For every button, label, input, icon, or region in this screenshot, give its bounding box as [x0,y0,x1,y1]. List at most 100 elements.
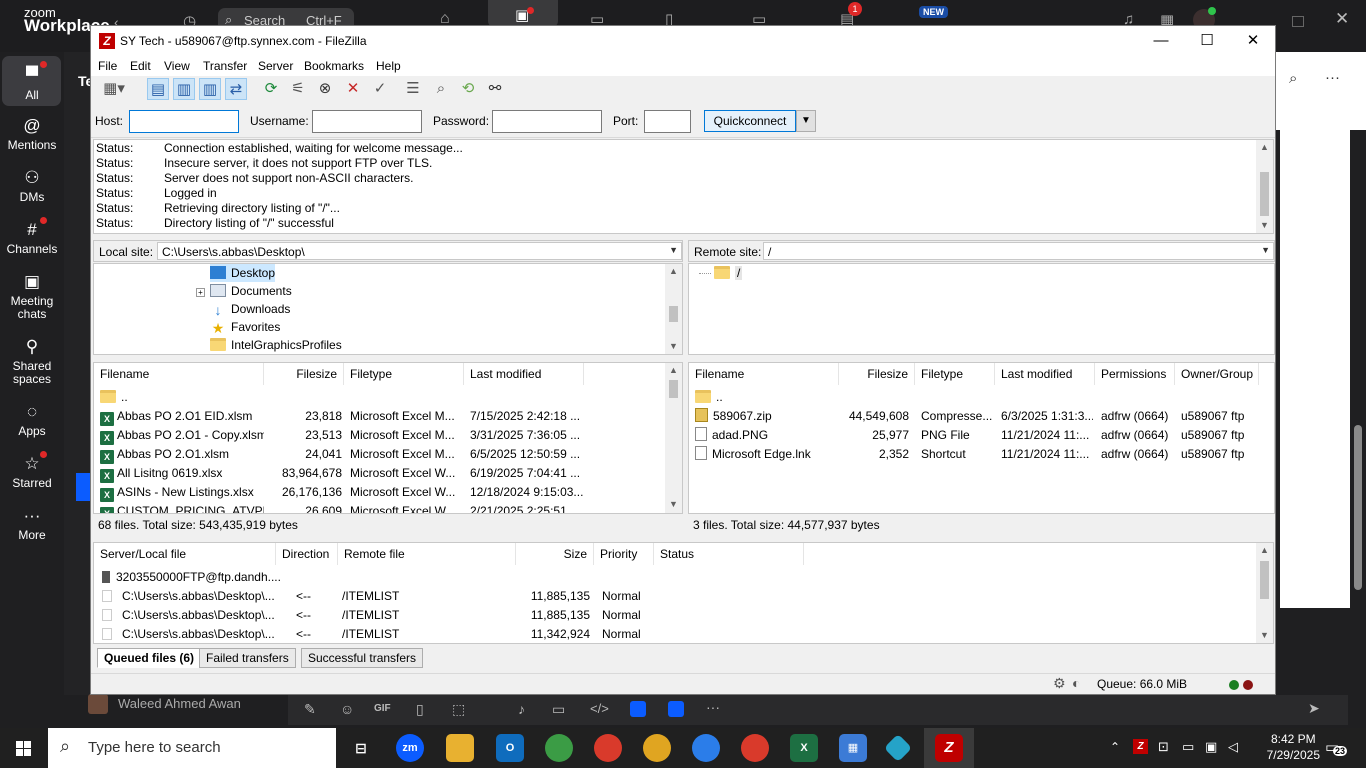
table-row[interactable]: 589067.zip 44,549,608 Compresse... 6/3/2025… [689,407,1259,426]
col-permissions[interactable]: Permissions [1095,363,1175,385]
toggle-queue-icon[interactable]: ⇄ [225,78,247,100]
app-icon[interactable] [630,701,646,717]
toggle-log-icon[interactable]: ▤ [147,78,169,100]
taskbar-search-input[interactable]: ⌕ Type here to search [48,728,336,768]
scroll-down-icon[interactable]: ▼ [1256,218,1273,233]
calculator-icon[interactable]: ▦ [839,734,867,762]
col-direction[interactable]: Direction [276,543,338,565]
send-icon[interactable]: ➤ [1308,700,1320,717]
scroll-down-icon[interactable]: ▼ [665,339,682,354]
table-row[interactable]: X All Lisitng 0619.xlsx 83,964,678 Microsof… [94,464,666,483]
network-icon[interactable]: ▣ [1205,739,1217,755]
task-view-icon[interactable]: ⊟ [347,734,375,762]
chrome-icon[interactable] [643,734,671,762]
sidebar-item-dms[interactable]: ⚇ DMs [0,168,64,204]
scroll-thumb[interactable] [1260,172,1269,216]
table-row[interactable]: X Abbas PO 2.O1.xlsm 24,041 Microsoft Excel… [94,445,666,464]
scroll-thumb[interactable] [669,380,678,398]
queue-row[interactable]: C:\Users\s.abbas\Desktop\... <-- /ITEMLIST… [94,606,1254,625]
col-size[interactable]: Size [516,543,594,565]
maximize-button[interactable]: ☐ [1184,26,1230,56]
menu-bookmarks[interactable]: Bookmarks [304,59,364,73]
zoom-maximize-icon[interactable] [1292,16,1304,27]
compare-icon[interactable]: ☰ [402,78,424,100]
tab-successful-transfers[interactable]: Successful transfers [301,648,424,668]
table-row[interactable]: .. [689,388,1259,407]
chrome-icon[interactable] [741,734,769,762]
more-icon[interactable]: ··· [706,699,720,715]
local-tree-scrollbar[interactable]: ▲ ▼ [665,264,682,354]
tree-item-desktop[interactable]: Desktop [210,264,276,282]
host-input[interactable] [129,110,239,133]
tree-item-downloads[interactable]: ↓ Downloads [210,300,291,318]
quickconnect-button[interactable]: Quickconnect [704,110,796,132]
emoji-icon[interactable]: ☺ [340,701,354,717]
chevron-down-icon[interactable]: ▼ [669,245,678,255]
table-row[interactable]: adad.PNG 25,977 PNG File 11/21/2024 11:... a… [689,426,1259,445]
app-icon[interactable] [668,701,684,717]
settings-gear-icon[interactable]: ⚙ [1053,675,1066,692]
app-icon[interactable] [883,733,913,763]
code-icon[interactable]: </> [590,701,609,716]
sidebar-item-meeting-chats[interactable]: ▣ Meeting chats [0,272,64,321]
col-last-modified[interactable]: Last modified [464,363,584,385]
speed-limit-icon[interactable]: ◐ [1072,675,1080,691]
menu-edit[interactable]: Edit [130,59,151,73]
col-filesize[interactable]: Filesize [839,363,915,385]
tree-item-intelgraphicsprofiles[interactable]: IntelGraphicsProfiles [210,336,342,354]
filezilla-taskbar-icon[interactable]: Z [935,734,963,762]
microphone-icon[interactable]: ♪ [518,701,525,717]
tab-failed-transfers[interactable]: Failed transfers [199,648,296,668]
col-last-modified[interactable]: Last modified [995,363,1095,385]
taskbar-clock[interactable]: 8:42 PM 7/29/2025 [1267,731,1320,763]
filezilla-tray-icon[interactable]: Z [1133,739,1148,754]
format-icon[interactable]: ✎ [304,701,316,718]
gif-icon[interactable]: GIF [374,703,391,714]
cancel-icon[interactable]: ⊗ [314,78,336,100]
close-button[interactable]: ✕ [1230,26,1276,56]
scroll-up-icon[interactable]: ▲ [1256,543,1273,558]
username-input[interactable] [312,110,422,133]
port-input[interactable] [644,110,691,133]
zoom-close-icon[interactable]: ✕ [1335,9,1349,29]
file-explorer-icon[interactable] [446,734,474,762]
local-site-path-input[interactable]: C:\Users\s.abbas\Desktop\ [157,242,682,260]
col-priority[interactable]: Priority [594,543,654,565]
tray-app-icon[interactable]: ⊡ [1158,739,1169,755]
chat-contact-name[interactable]: Waleed Ahmed Awan [118,696,241,711]
outlook-icon[interactable]: O [496,734,524,762]
refresh-icon[interactable]: ⟳ [260,78,282,100]
queue-row[interactable]: C:\Users\s.abbas\Desktop\... <-- /ITEMLIST… [94,625,1254,643]
table-row[interactable]: .. [94,388,666,407]
queue-scrollbar[interactable]: ▲ ▼ [1256,543,1273,643]
col-filename[interactable]: Filename [94,363,264,385]
chrome-icon[interactable] [594,734,622,762]
menu-view[interactable]: View [164,59,190,73]
start-button[interactable] [0,728,48,768]
col-owner-group[interactable]: Owner/Group [1175,363,1259,385]
zoom-app-icon[interactable]: zm [396,734,424,762]
scroll-up-icon[interactable]: ▲ [665,264,682,279]
col-filesize[interactable]: Filesize [264,363,344,385]
screenshot-icon[interactable]: ⬚ [452,701,465,718]
chrome-icon[interactable] [545,734,573,762]
toggle-remote-tree-icon[interactable]: ▥ [199,78,221,100]
disconnect-icon[interactable]: ✕ [342,78,364,100]
scroll-up-icon[interactable]: ▲ [1256,140,1273,155]
sidebar-item-more[interactable]: ··· More [0,506,64,542]
remote-site-path-input[interactable]: / [763,242,1274,260]
sidebar-item-all[interactable]: ▀ All [0,66,64,102]
queue-server-row[interactable]: 3203550000FTP@ftp.dandh.... [94,568,1254,587]
table-row[interactable]: X ASINs - New Listings.xlsx 26,176,136 Micr… [94,483,666,502]
quickconnect-history-dropdown[interactable]: ▼ [796,110,816,132]
scroll-thumb[interactable] [669,306,678,322]
table-row[interactable]: XCUSTOM_PRICING_ATVPD... 26,609 Microsoft … [94,502,666,513]
local-list-scrollbar[interactable]: ▲ ▼ [665,363,682,513]
chrome-icon[interactable] [692,734,720,762]
table-row[interactable]: X Abbas PO 2.O1 EID.xlsm 23,818 Microsoft E… [94,407,666,426]
scroll-thumb[interactable] [1260,561,1269,599]
volume-muted-icon[interactable]: ◁ [1228,739,1238,755]
sidebar-item-channels[interactable]: # Channels [0,220,64,256]
menu-transfer[interactable]: Transfer [203,59,247,73]
col-status[interactable]: Status [654,543,804,565]
